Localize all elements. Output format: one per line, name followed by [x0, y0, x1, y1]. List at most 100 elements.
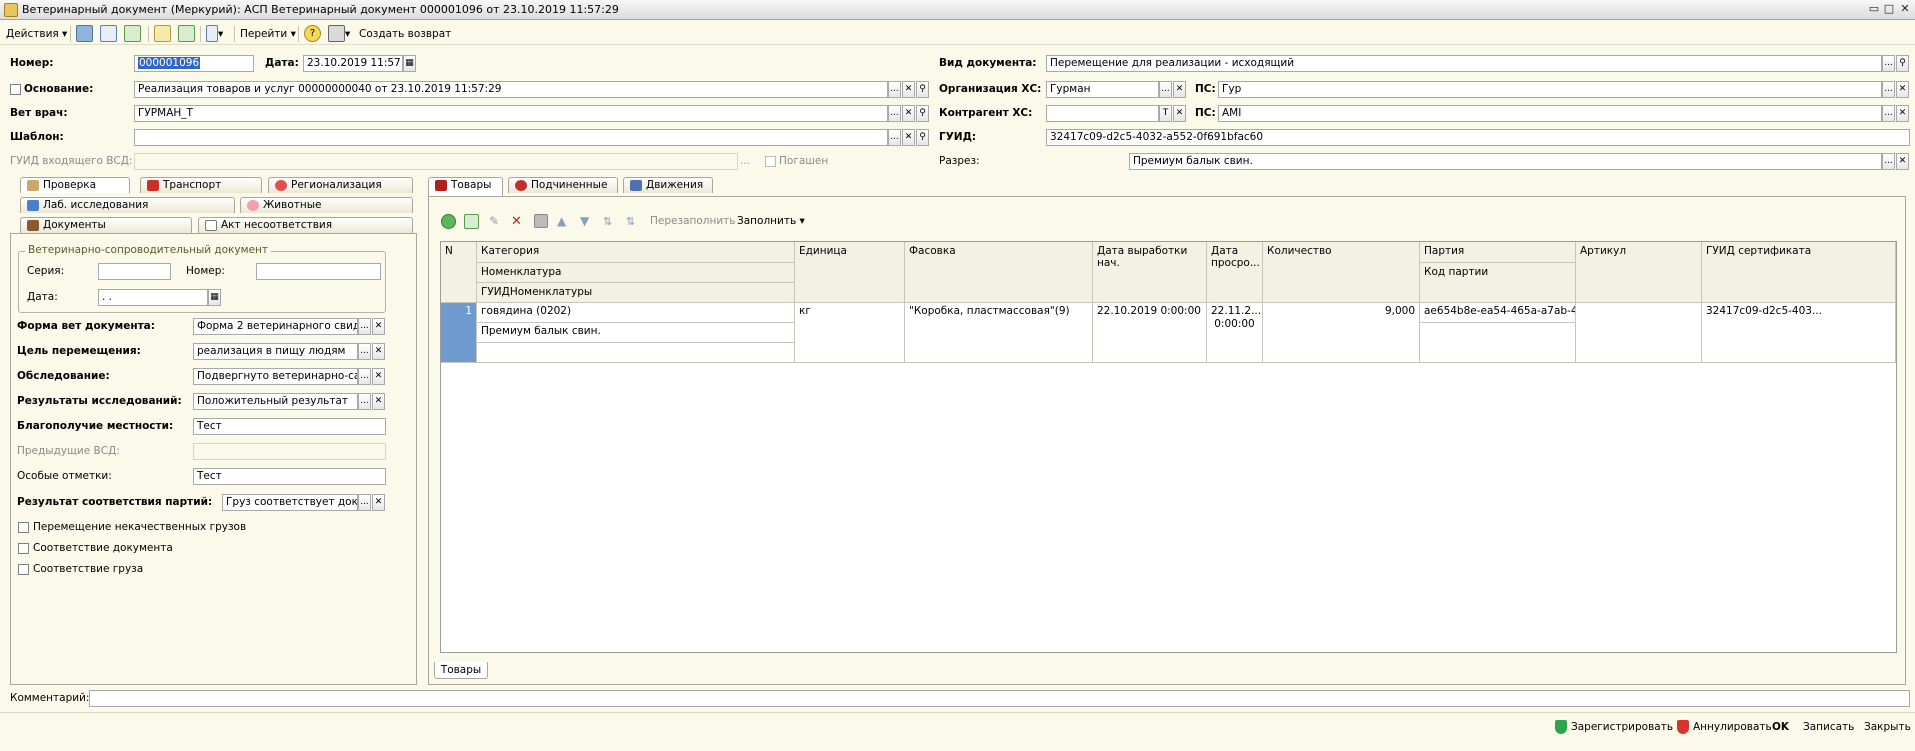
cell-cert-guid[interactable]: 32417c09-d2c5-403...	[1702, 303, 1896, 363]
row-number[interactable]: 1	[441, 303, 477, 363]
tab-check[interactable]: Проверка	[20, 177, 130, 193]
cb-low-quality[interactable]	[18, 522, 29, 533]
number-field[interactable]: 000001096	[134, 55, 254, 72]
vsd-calendar-button[interactable]: ▦	[208, 289, 221, 306]
cell-qty[interactable]: 9,000	[1263, 303, 1420, 363]
goto-dropdown-icon[interactable]: ▾	[218, 26, 223, 42]
restore-icon[interactable]: ▭	[1867, 2, 1881, 16]
vsd-date-field[interactable]: . .	[98, 289, 208, 306]
doc-type-open-button[interactable]: ⚲	[1896, 55, 1909, 72]
col-unit[interactable]: Единица	[795, 242, 905, 303]
template-open-button[interactable]: ⚲	[916, 129, 929, 146]
refill-button[interactable]: Перезаполнить	[650, 213, 736, 230]
exam-clear-button[interactable]: ✕	[372, 368, 385, 385]
close-icon[interactable]: ✕	[1898, 2, 1912, 16]
cell-exp-date[interactable]: 22.11.2... 0:00:00	[1207, 303, 1263, 363]
post-icon[interactable]	[76, 25, 93, 42]
ps1-field[interactable]: Гур	[1218, 81, 1882, 98]
tab-documents[interactable]: Документы	[20, 217, 192, 233]
template-clear-button[interactable]: ✕	[902, 129, 915, 146]
ok-button[interactable]: OK	[1772, 719, 1789, 736]
guid-field[interactable]: 32417c09-d2c5-4032-a552-0f691bfac60	[1046, 129, 1910, 146]
vet-open-button[interactable]: ⚲	[916, 105, 929, 122]
fill-button[interactable]: Заполнить ▾	[737, 213, 805, 230]
contr-clear-button[interactable]: ✕	[1173, 105, 1186, 122]
contr-type-button[interactable]: T	[1159, 105, 1172, 122]
col-category[interactable]: Категория	[477, 242, 795, 263]
results-select-button[interactable]: ...	[358, 393, 371, 410]
org-field[interactable]: Гурман	[1046, 81, 1159, 98]
tab-lab[interactable]: Лаб. исследования	[20, 197, 235, 213]
end-edit-icon[interactable]	[534, 214, 548, 228]
cell-batch[interactable]: ae654b8e-ea54-465a-a7ab-4...	[1420, 303, 1576, 323]
basis-checkbox[interactable]	[10, 84, 21, 95]
print-dropdown-icon[interactable]: ▾	[345, 26, 350, 42]
cell-category[interactable]: говядина (0202)	[477, 303, 795, 323]
match-field[interactable]: Груз соответствует докум	[222, 494, 358, 511]
move-down-icon[interactable]: ▼	[580, 213, 589, 230]
basis-field[interactable]: Реализация товаров и услуг 00000000040 о…	[134, 81, 888, 98]
basis-clear-button[interactable]: ✕	[902, 81, 915, 98]
purpose-select-button[interactable]: ...	[358, 343, 371, 360]
contr-field[interactable]	[1046, 105, 1159, 122]
tab-nonconform[interactable]: Акт несоответствия	[198, 217, 413, 233]
ps2-field[interactable]: AMI	[1218, 105, 1882, 122]
tab-animals[interactable]: Животные	[240, 197, 413, 213]
col-packing[interactable]: Фасовка	[905, 242, 1093, 303]
cancel-button[interactable]: Аннулировать	[1693, 719, 1772, 736]
goods-table[interactable]: N Категория Номенклатура ГУИДНоменклатур…	[440, 241, 1897, 653]
close-button[interactable]: Закрыть	[1864, 719, 1911, 736]
section-clear-button[interactable]: ✕	[1896, 153, 1909, 170]
form-select-button[interactable]: ...	[358, 318, 371, 335]
col-cert-guid[interactable]: ГУИД сертификата	[1702, 242, 1896, 303]
tab-movements[interactable]: Движения	[623, 177, 713, 193]
grid-bottom-tab[interactable]: Товары	[434, 662, 488, 679]
cb-doc-match[interactable]	[18, 543, 29, 554]
tab-transport[interactable]: Транспорт	[140, 177, 262, 193]
template-select-button[interactable]: ...	[888, 129, 901, 146]
cb-cargo-match[interactable]	[18, 564, 29, 575]
copy-icon[interactable]	[154, 25, 171, 42]
col-prod-date[interactable]: Дата выработки нач.	[1093, 242, 1207, 303]
vet-field[interactable]: ГУРМАН_Т	[134, 105, 888, 122]
save-button[interactable]: Записать	[1803, 719, 1854, 736]
add-row-icon[interactable]	[441, 214, 456, 229]
sort-desc-icon[interactable]: ⇅	[626, 213, 635, 230]
form-clear-button[interactable]: ✕	[372, 318, 385, 335]
vet-select-button[interactable]: ...	[888, 105, 901, 122]
cell-article[interactable]	[1576, 303, 1702, 363]
basis-open-button[interactable]: ⚲	[916, 81, 929, 98]
col-article[interactable]: Артикул	[1576, 242, 1702, 303]
cell-nomenclature[interactable]: Премиум балык свин.	[477, 323, 795, 343]
results-clear-button[interactable]: ✕	[372, 393, 385, 410]
cell-unit[interactable]: кг	[795, 303, 905, 363]
exam-select-button[interactable]: ...	[358, 368, 371, 385]
purpose-clear-button[interactable]: ✕	[372, 343, 385, 360]
edit-row-icon[interactable]: ✎	[489, 213, 499, 230]
cell-batch-code[interactable]	[1420, 323, 1576, 363]
goto-menu[interactable]: Перейти ▾	[240, 26, 296, 42]
actions-menu[interactable]: Действия ▾	[6, 26, 67, 42]
refresh-icon[interactable]	[124, 25, 141, 42]
exam-field[interactable]: Подвергнуто ветеринарно-сани	[193, 368, 358, 385]
cell-packing[interactable]: "Коробка, пластмассовая"(9)	[905, 303, 1093, 363]
col-batch-code[interactable]: Код партии	[1420, 263, 1576, 303]
vet-clear-button[interactable]: ✕	[902, 105, 915, 122]
section-select-button[interactable]: ...	[1882, 153, 1895, 170]
org-select-button[interactable]: ...	[1159, 81, 1172, 98]
delete-row-icon[interactable]: ✕	[511, 213, 522, 230]
vsd-number-field[interactable]	[256, 263, 381, 280]
form-field[interactable]: Форма 2 ветеринарного свиде	[193, 318, 358, 335]
goto-icon[interactable]	[206, 25, 218, 42]
copy-row-icon[interactable]	[464, 214, 479, 229]
ps2-select-button[interactable]: ...	[1882, 105, 1895, 122]
create-return-button[interactable]: Создать возврат	[359, 26, 451, 42]
col-nomenclature[interactable]: Номенклатура	[477, 263, 795, 283]
doc-type-field[interactable]: Перемещение для реализации - исходящий	[1046, 55, 1882, 72]
tab-subordinate[interactable]: Подчиненные	[508, 177, 618, 193]
move-up-icon[interactable]: ▲	[557, 213, 566, 230]
cell-guid-nom[interactable]	[477, 343, 795, 363]
ps1-select-button[interactable]: ...	[1882, 81, 1895, 98]
register-button[interactable]: Зарегистрировать	[1571, 719, 1673, 736]
ps2-clear-button[interactable]: ✕	[1896, 105, 1909, 122]
